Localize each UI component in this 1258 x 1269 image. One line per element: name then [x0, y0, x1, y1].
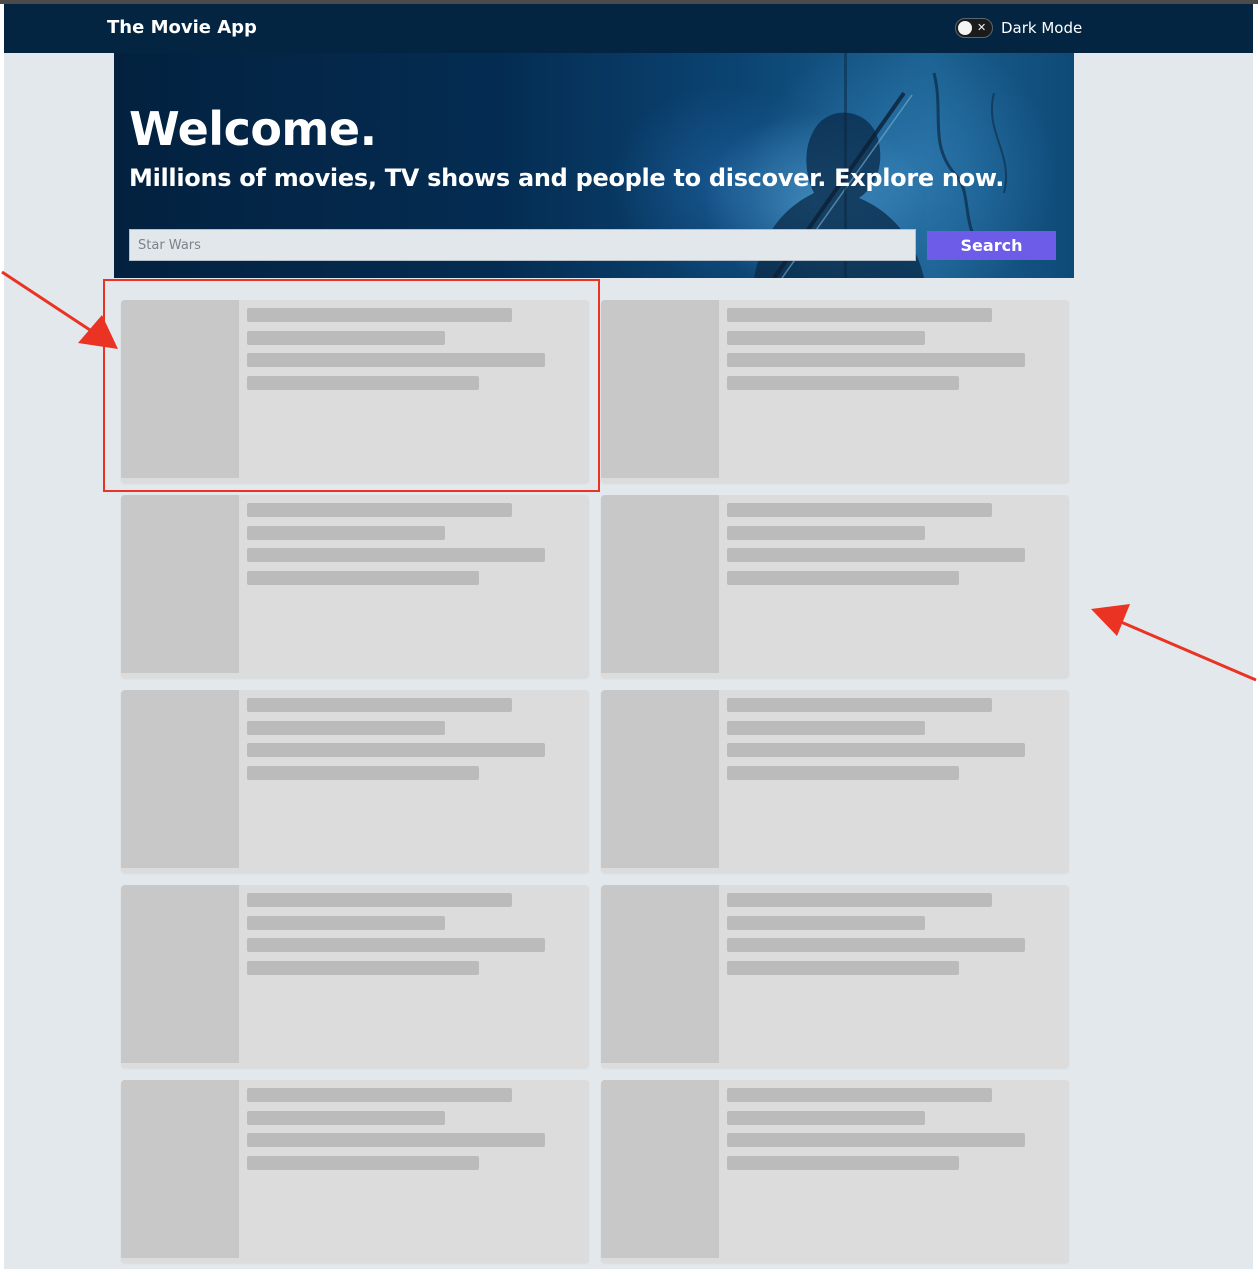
- hero-banner: Welcome. Millions of movies, TV shows an…: [114, 53, 1074, 278]
- skeleton-line: [727, 571, 959, 585]
- skeleton-line: [247, 503, 512, 517]
- skeleton-line: [727, 1156, 959, 1170]
- skeleton-card: [601, 1080, 1069, 1263]
- skeleton-poster: [121, 690, 239, 868]
- skeleton-poster: [601, 690, 719, 868]
- search-input[interactable]: [129, 229, 916, 261]
- skeleton-line: [247, 1088, 512, 1102]
- x-icon: ✕: [977, 21, 987, 34]
- skeleton-line: [727, 1133, 1025, 1147]
- skeleton-line: [727, 503, 992, 517]
- brand-title[interactable]: The Movie App: [107, 17, 257, 38]
- skeleton-line: [247, 526, 445, 540]
- skeleton-card: [601, 300, 1069, 483]
- skeleton-card: [121, 690, 589, 873]
- skeleton-line: [247, 721, 445, 735]
- skeleton-line: [247, 766, 479, 780]
- skeleton-poster: [121, 1080, 239, 1258]
- hero-title: Welcome.: [129, 102, 377, 156]
- skeleton-poster: [601, 1080, 719, 1258]
- skeleton-line: [727, 938, 1025, 952]
- skeleton-card: [601, 495, 1069, 678]
- skeleton-line: [247, 571, 479, 585]
- toggle-knob: [958, 21, 972, 35]
- skeleton-line: [247, 743, 545, 757]
- skeleton-line: [727, 721, 925, 735]
- skeleton-poster: [601, 300, 719, 478]
- search-button[interactable]: Search: [927, 231, 1056, 260]
- skeleton-line: [727, 331, 925, 345]
- skeleton-card: [601, 690, 1069, 873]
- skeleton-line: [247, 1156, 479, 1170]
- skeleton-line: [247, 308, 512, 322]
- skeleton-line: [247, 376, 479, 390]
- skeleton-card: [121, 300, 589, 483]
- skeleton-poster: [121, 885, 239, 1063]
- skeleton-line: [727, 526, 925, 540]
- skeleton-line: [727, 353, 1025, 367]
- skeleton-line: [247, 893, 512, 907]
- dark-mode-label[interactable]: Dark Mode: [1001, 19, 1082, 37]
- skeleton-card: [601, 885, 1069, 1068]
- skeleton-line: [727, 376, 959, 390]
- skeleton-line: [727, 916, 925, 930]
- skeleton-line: [727, 548, 1025, 562]
- skeleton-line: [247, 698, 512, 712]
- dark-mode-toggle[interactable]: ✕: [955, 18, 993, 38]
- skeleton-line: [727, 743, 1025, 757]
- skeleton-line: [727, 961, 959, 975]
- navbar: The Movie App ✕ Dark Mode: [4, 4, 1253, 53]
- skeleton-line: [247, 331, 445, 345]
- skeleton-line: [727, 698, 992, 712]
- skeleton-line: [247, 961, 479, 975]
- skeleton-poster: [121, 495, 239, 673]
- skeleton-card: [121, 885, 589, 1068]
- skeleton-line: [247, 916, 445, 930]
- skeleton-line: [247, 1133, 545, 1147]
- skeleton-line: [247, 353, 545, 367]
- skeleton-line: [247, 1111, 445, 1125]
- skeleton-poster: [601, 495, 719, 673]
- skeleton-line: [727, 1111, 925, 1125]
- skeleton-line: [727, 893, 992, 907]
- app-root: The Movie App ✕ Dark Mode Welcome. Milli…: [4, 4, 1253, 1269]
- skeleton-line: [727, 766, 959, 780]
- skeleton-poster: [121, 300, 239, 478]
- skeleton-line: [247, 548, 545, 562]
- skeleton-poster: [601, 885, 719, 1063]
- hero-subtitle: Millions of movies, TV shows and people …: [129, 164, 1005, 192]
- skeleton-line: [727, 1088, 992, 1102]
- skeleton-card: [121, 495, 589, 678]
- skeleton-line: [727, 308, 992, 322]
- skeleton-line: [247, 938, 545, 952]
- skeleton-card: [121, 1080, 589, 1263]
